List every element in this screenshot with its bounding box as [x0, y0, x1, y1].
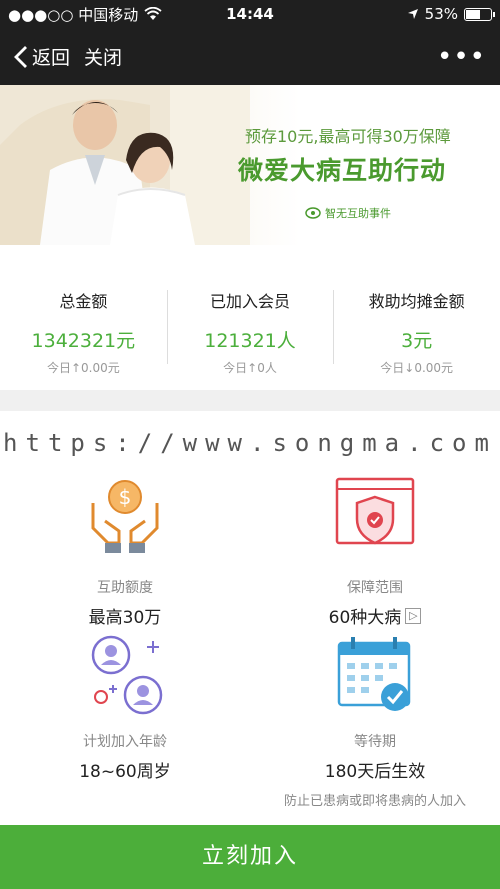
join-now-button[interactable]: 立刻加入	[0, 825, 500, 889]
back-label: 返回	[32, 47, 71, 69]
feature-value-text: 60种大病	[328, 608, 402, 628]
banner-subtitle: 预存10元,最高可得30万保障	[245, 127, 451, 146]
stat-delta: 今日↑0.00元	[46, 361, 120, 375]
feature-waiting-period: 等待期 180天后生效 防止已患病或即将患病的人加入	[250, 633, 500, 809]
banner-title: 微爱大病互助行动	[238, 156, 447, 185]
calendar-check-icon	[337, 637, 411, 711]
stat-label: 已加入会员	[210, 292, 291, 311]
feature-age-range: 计划加入年龄 18~60周岁	[0, 633, 250, 782]
feature-value: 180天后生效	[250, 757, 500, 782]
watermark-text: https://www.songma.com	[3, 429, 497, 457]
feature-value-text: 180天后生效	[324, 762, 426, 782]
stat-value: 121321人	[204, 330, 296, 352]
feature-value-text: 18~60周岁	[79, 762, 171, 782]
feature-label: 保障范围	[347, 580, 403, 596]
stat-label: 总金额	[59, 292, 108, 311]
money-hands-icon: $	[91, 480, 159, 553]
feature-value-text: 最高30万	[88, 608, 162, 628]
logo-icon	[305, 207, 321, 219]
stat-label: 救助均摊金额	[368, 292, 465, 311]
feature-label: 互助额度	[97, 580, 153, 596]
carrier-text: ●●●○○ 中国移动	[8, 5, 139, 24]
battery-icon	[464, 7, 495, 21]
location-icon	[407, 9, 418, 19]
logo-text: 智无互助事件	[325, 207, 391, 220]
banner-logo: 智无互助事件	[305, 205, 391, 221]
svg-text:$: $	[119, 485, 132, 509]
stat-total-amount: 总金额 1342321元 今日↑0.00元	[0, 245, 167, 390]
back-button[interactable]: 返回	[14, 43, 70, 70]
features-panel: https://www.songma.com $ 互助额度 最高30万 保障范围…	[0, 411, 500, 825]
status-bar: ●●●○○ 中国移动 14:44 53%	[0, 0, 500, 28]
arrow-right-icon[interactable]: ▷	[405, 607, 422, 624]
stat-delta: 今日↑0人	[223, 361, 277, 375]
shield-icon	[335, 477, 415, 545]
chevron-left-icon	[14, 45, 27, 68]
stat-value: 3元	[401, 330, 433, 352]
stat-members: 已加入会员 121321人 今日↑0人	[166, 245, 334, 390]
feature-label: 计划加入年龄	[83, 734, 167, 750]
feature-value: 18~60周岁	[0, 757, 250, 782]
feature-coverage-amount: $ 互助额度 最高30万	[0, 473, 250, 628]
feature-value: 60种大病 ▷	[250, 603, 500, 628]
stat-share-amount: 救助均摊金额 3元 今日↓0.00元	[333, 245, 500, 390]
promo-banner[interactable]: 预存10元,最高可得30万保障 微爱大病互助行动 智无互助事件	[0, 85, 500, 245]
nav-bar: 返回 关闭 •••	[0, 28, 500, 85]
feature-label: 等待期	[354, 734, 396, 750]
close-button[interactable]: 关闭	[84, 43, 122, 70]
more-button[interactable]: •••	[437, 44, 486, 70]
stat-delta: 今日↓0.00元	[380, 361, 454, 375]
battery-percent: 53%	[424, 5, 458, 23]
feature-value: 最高30万	[0, 603, 250, 628]
feature-note: 防止已患病或即将患病的人加入	[283, 794, 466, 809]
stat-value: 1342321元	[31, 330, 136, 352]
wifi-icon	[144, 7, 162, 20]
couple-photo	[0, 85, 250, 245]
stats-panel: 总金额 1342321元 今日↑0.00元 已加入会员 121321人 今日↑0…	[0, 245, 500, 390]
feature-coverage-scope[interactable]: 保障范围 60种大病 ▷	[250, 473, 500, 628]
users-icon	[91, 635, 163, 715]
